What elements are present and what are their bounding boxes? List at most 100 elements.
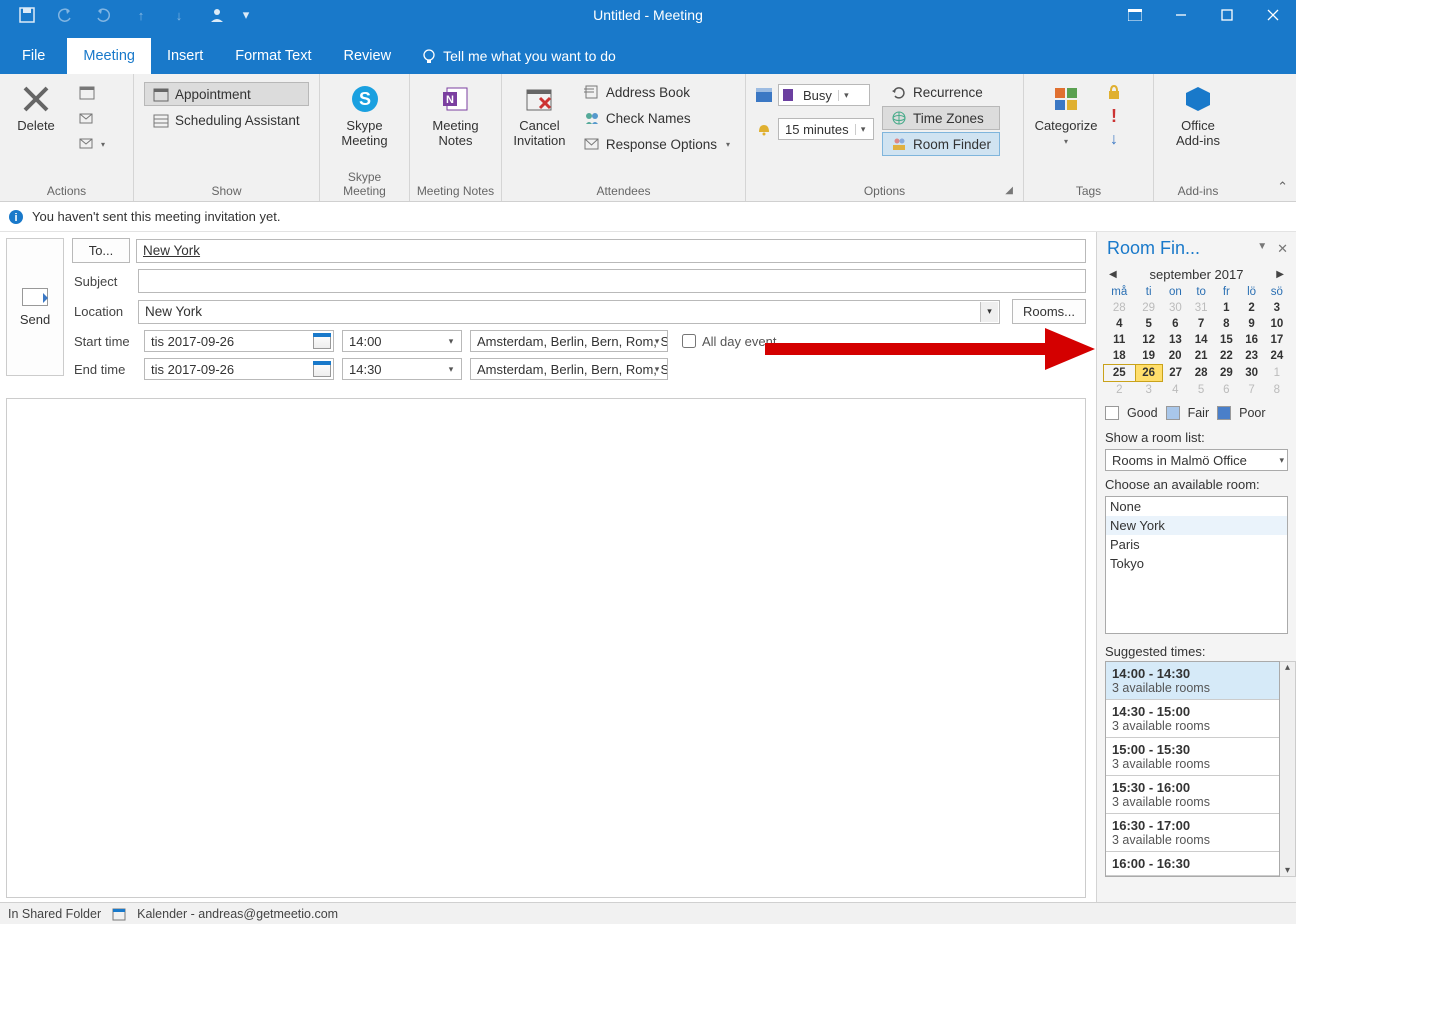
calendar-day[interactable]: 20 bbox=[1162, 348, 1188, 365]
all-day-input[interactable] bbox=[682, 334, 696, 348]
tab-file[interactable]: File bbox=[0, 38, 67, 74]
cancel-invitation-button[interactable]: Cancel Invitation bbox=[508, 78, 571, 149]
start-date-input[interactable]: tis 2017-09-26 bbox=[144, 330, 334, 352]
calendar-day[interactable]: 11 bbox=[1104, 332, 1136, 348]
suggested-item[interactable]: 14:00 - 14:303 available rooms bbox=[1106, 662, 1279, 700]
calendar-picker-icon[interactable] bbox=[313, 333, 331, 349]
tab-format-text[interactable]: Format Text bbox=[219, 38, 327, 74]
calendar-day[interactable]: 18 bbox=[1104, 348, 1136, 365]
calendar-day[interactable]: 29 bbox=[1214, 365, 1239, 382]
address-book-button[interactable]: Address Book bbox=[575, 80, 739, 104]
calendar-grid[interactable]: måtiontofrlösö 2829303112345678910111213… bbox=[1103, 284, 1290, 398]
calendar-day[interactable]: 29 bbox=[1135, 300, 1162, 316]
calendar-day[interactable]: 30 bbox=[1162, 300, 1188, 316]
forward-button[interactable] bbox=[70, 106, 114, 130]
calendar-day[interactable]: 12 bbox=[1135, 332, 1162, 348]
calendar-day[interactable]: 5 bbox=[1135, 316, 1162, 332]
scroll-down-icon[interactable]: ▾ bbox=[1285, 865, 1290, 876]
room-finder-button[interactable]: Room Finder bbox=[882, 132, 1000, 156]
calendar-picker-icon[interactable] bbox=[313, 361, 331, 377]
calendar-day[interactable]: 16 bbox=[1239, 332, 1264, 348]
recurrence-button[interactable]: Recurrence bbox=[882, 80, 1000, 104]
tab-review[interactable]: Review bbox=[328, 38, 408, 74]
close-icon[interactable] bbox=[1250, 0, 1296, 30]
calendar-day[interactable]: 9 bbox=[1239, 316, 1264, 332]
calendar-button[interactable] bbox=[70, 80, 114, 104]
high-importance-icon[interactable]: ! bbox=[1106, 108, 1122, 124]
calendar-day[interactable]: 10 bbox=[1264, 316, 1289, 332]
calendar-day[interactable]: 19 bbox=[1135, 348, 1162, 365]
response-options-button[interactable]: Response Options▾ bbox=[575, 132, 739, 156]
room-item[interactable]: Tokyo bbox=[1106, 554, 1287, 573]
calendar-day[interactable]: 25 bbox=[1104, 365, 1136, 382]
calendar-day[interactable]: 1 bbox=[1214, 300, 1239, 316]
minimize-icon[interactable] bbox=[1158, 0, 1204, 30]
next-month-icon[interactable]: ▶ bbox=[1276, 269, 1284, 280]
calendar-day[interactable]: 4 bbox=[1162, 382, 1188, 399]
calendar-day[interactable]: 28 bbox=[1188, 365, 1213, 382]
calendar-day[interactable]: 2 bbox=[1104, 382, 1136, 399]
calendar-day[interactable]: 5 bbox=[1188, 382, 1213, 399]
calendar-day[interactable]: 8 bbox=[1214, 316, 1239, 332]
prev-month-icon[interactable]: ◀ bbox=[1109, 269, 1117, 280]
tell-me[interactable]: Tell me what you want to do bbox=[407, 48, 630, 74]
calendar-day[interactable]: 17 bbox=[1264, 332, 1289, 348]
calendar-day[interactable]: 3 bbox=[1264, 300, 1289, 316]
collapse-ribbon-icon[interactable]: ⌃ bbox=[1277, 179, 1288, 195]
scroll-up-icon[interactable]: ▴ bbox=[1285, 662, 1290, 673]
calendar-day[interactable]: 27 bbox=[1162, 365, 1188, 382]
start-time-input[interactable]: 14:00▾ bbox=[342, 330, 462, 352]
mail-dropdown-button[interactable]: ▾ bbox=[70, 132, 114, 156]
room-item[interactable]: New York bbox=[1106, 516, 1287, 535]
calendar-day[interactable]: 22 bbox=[1214, 348, 1239, 365]
calendar-day[interactable]: 2 bbox=[1239, 300, 1264, 316]
room-list-combo[interactable]: Rooms in Malmö Office▾ bbox=[1105, 449, 1288, 471]
office-addins-button[interactable]: Office Add-ins bbox=[1160, 78, 1236, 149]
room-item[interactable]: Paris bbox=[1106, 535, 1287, 554]
user-dropdown-icon[interactable] bbox=[198, 1, 236, 29]
calendar-day[interactable]: 6 bbox=[1162, 316, 1188, 332]
scrollbar[interactable]: ▴▾ bbox=[1280, 661, 1296, 877]
appointment-button[interactable]: Appointment bbox=[144, 82, 309, 106]
undo-icon[interactable] bbox=[46, 1, 84, 29]
ribbon-display-icon[interactable] bbox=[1112, 0, 1158, 30]
rooms-button[interactable]: Rooms... bbox=[1012, 299, 1086, 324]
send-button[interactable]: Send bbox=[6, 238, 64, 376]
calendar-day[interactable]: 26 bbox=[1135, 365, 1162, 382]
end-tz-input[interactable]: Amsterdam, Berlin, Bern, Rom, St▾ bbox=[470, 358, 668, 380]
pane-close-icon[interactable]: ✕ bbox=[1277, 241, 1288, 257]
scheduling-assistant-button[interactable]: Scheduling Assistant bbox=[144, 108, 309, 132]
all-day-checkbox[interactable]: All day event bbox=[682, 334, 776, 349]
calendar-day[interactable]: 14 bbox=[1188, 332, 1213, 348]
to-input[interactable]: New York bbox=[136, 239, 1086, 263]
skype-meeting-button[interactable]: S Skype Meeting bbox=[326, 78, 403, 149]
categorize-button[interactable]: Categorize ▾ bbox=[1030, 78, 1102, 146]
calendar-day[interactable]: 15 bbox=[1214, 332, 1239, 348]
calendar-day[interactable]: 30 bbox=[1239, 365, 1264, 382]
calendar-day[interactable]: 31 bbox=[1188, 300, 1213, 316]
subject-input[interactable] bbox=[138, 269, 1086, 293]
location-input[interactable]: New York▾ bbox=[138, 300, 1000, 324]
suggested-item[interactable]: 14:30 - 15:003 available rooms bbox=[1106, 700, 1279, 738]
start-tz-input[interactable]: Amsterdam, Berlin, Bern, Rom, St▾ bbox=[470, 330, 668, 352]
suggested-item[interactable]: 16:30 - 17:003 available rooms bbox=[1106, 814, 1279, 852]
location-dropdown-icon[interactable]: ▾ bbox=[980, 302, 998, 322]
time-zones-button[interactable]: Time Zones bbox=[882, 106, 1000, 130]
calendar-day[interactable]: 7 bbox=[1188, 316, 1213, 332]
calendar-day[interactable]: 3 bbox=[1135, 382, 1162, 399]
check-names-button[interactable]: Check Names bbox=[575, 106, 739, 130]
end-time-input[interactable]: 14:30▾ bbox=[342, 358, 462, 380]
next-icon[interactable]: ↓ bbox=[160, 1, 198, 29]
calendar-day[interactable]: 21 bbox=[1188, 348, 1213, 365]
pane-menu-icon[interactable]: ▼ bbox=[1257, 241, 1267, 257]
suggested-list[interactable]: 14:00 - 14:303 available rooms14:30 - 15… bbox=[1105, 661, 1280, 877]
calendar-day[interactable]: 1 bbox=[1264, 365, 1289, 382]
reminder-combo[interactable]: 15 minutes▾ bbox=[778, 118, 874, 140]
redo-icon[interactable] bbox=[84, 1, 122, 29]
calendar-day[interactable]: 28 bbox=[1104, 300, 1136, 316]
customize-qat-icon[interactable]: ▾ bbox=[236, 1, 256, 29]
room-list[interactable]: NoneNew YorkParisTokyo bbox=[1105, 496, 1288, 634]
calendar-day[interactable]: 7 bbox=[1239, 382, 1264, 399]
calendar-day[interactable]: 4 bbox=[1104, 316, 1136, 332]
show-as-combo[interactable]: Busy▾ bbox=[778, 84, 870, 106]
